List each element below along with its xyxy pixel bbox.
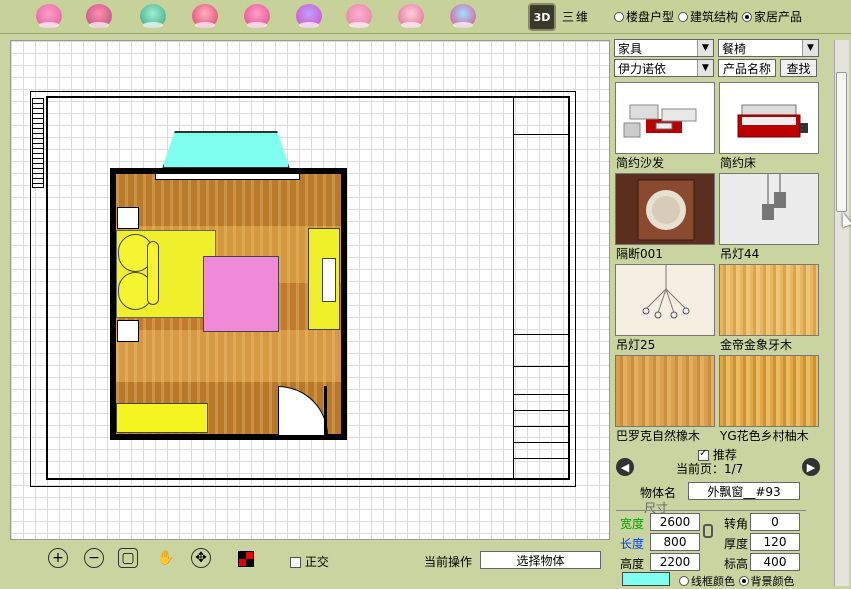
- height-field[interactable]: 2200: [650, 553, 700, 571]
- thickness-label: 厚度: [724, 537, 749, 551]
- rug[interactable]: [203, 256, 279, 332]
- current-op-label: 当前操作: [424, 555, 473, 569]
- radio-structure[interactable]: 建筑结构: [678, 8, 738, 25]
- radio-background-color[interactable]: 背景颜色: [738, 573, 795, 589]
- radio-dot: [678, 11, 689, 22]
- desk-monitor[interactable]: [322, 258, 336, 302]
- product-name: 巴罗克自然橡木: [616, 429, 701, 443]
- category1-select[interactable]: 家具 ▼: [614, 39, 714, 57]
- bed-thumbnail: [719, 82, 819, 154]
- product-card[interactable]: 吊灯44: [718, 173, 820, 263]
- chevron-down-icon[interactable]: ▼: [697, 60, 713, 76]
- rotation-label: 转角: [724, 517, 749, 531]
- candy-icon[interactable]: [346, 4, 372, 28]
- product-card[interactable]: 简约沙发: [614, 82, 716, 172]
- thickness-field[interactable]: 120: [750, 533, 800, 551]
- pan-hand-icon[interactable]: ✋: [156, 548, 176, 568]
- door-leaf[interactable]: [324, 386, 327, 436]
- orthogonal-toggle[interactable]: 正交: [290, 553, 329, 570]
- cake-icon[interactable]: [36, 4, 62, 28]
- current-op-field: 选择物体: [480, 551, 601, 569]
- product-grid: 简约沙发 简约床 隔断001 吊灯44 吊灯25 金帝金象牙木 巴罗克自然橡木 …: [614, 82, 820, 445]
- radio-dot: [679, 576, 689, 586]
- bench[interactable]: [116, 403, 208, 433]
- scrollbar-thumb[interactable]: [836, 72, 847, 212]
- move-arrows-icon[interactable]: ✥: [191, 548, 211, 568]
- product-name: 简约床: [720, 156, 757, 170]
- product-card[interactable]: 简约床: [718, 82, 820, 172]
- pendant-lamp-thumbnail: [719, 173, 819, 245]
- width-field[interactable]: 2600: [650, 513, 700, 531]
- nightstand-bottom[interactable]: [117, 320, 139, 342]
- 3d-view-label: 三维: [562, 10, 591, 24]
- chandelier-thumbnail: [615, 264, 715, 336]
- partition-thumbnail: [615, 173, 715, 245]
- product-name: 简约沙发: [616, 156, 665, 170]
- orthogonal-checkbox[interactable]: [290, 557, 301, 568]
- radio-dot: [742, 11, 753, 22]
- bed-bolster[interactable]: [147, 241, 159, 305]
- length-field[interactable]: 800: [650, 533, 700, 551]
- search-button[interactable]: 查找: [780, 59, 817, 77]
- category2-select[interactable]: 餐椅 ▼: [718, 39, 819, 57]
- 3d-view-button[interactable]: 3D: [528, 3, 556, 31]
- length-label: 长度: [620, 537, 645, 551]
- left-ruler: [32, 98, 44, 188]
- product-card[interactable]: 巴罗克自然橡木: [614, 355, 716, 445]
- bay-window[interactable]: [162, 131, 290, 169]
- brand-select[interactable]: 伊力诺依 ▼: [614, 59, 714, 77]
- rose-icon[interactable]: [244, 4, 270, 28]
- product-card[interactable]: 隔断001: [614, 173, 716, 263]
- product-name-input[interactable]: 产品名称: [718, 59, 776, 77]
- grid-toggle-icon[interactable]: [238, 551, 254, 567]
- width-label: 宽度: [620, 517, 645, 531]
- radio-floorplan[interactable]: 楼盘户型: [614, 8, 674, 25]
- lamp-icon[interactable]: [140, 4, 166, 28]
- object-name-field[interactable]: 外飘窗__#93: [688, 482, 800, 500]
- chevron-down-icon[interactable]: ▼: [697, 40, 713, 56]
- zoom-out-icon[interactable]: −: [84, 548, 104, 568]
- radio-wireframe-color[interactable]: 线框颜色: [679, 573, 735, 589]
- chevron-down-icon[interactable]: ▼: [802, 40, 818, 56]
- section-divider: [616, 510, 806, 511]
- product-name: 隔断001: [616, 247, 663, 261]
- paint-icon[interactable]: [450, 4, 476, 28]
- window-sill[interactable]: [155, 173, 300, 180]
- height-label: 高度: [620, 557, 645, 571]
- title-block: [513, 98, 570, 478]
- nightstand-top[interactable]: [117, 207, 139, 229]
- product-card[interactable]: 吊灯25: [614, 264, 716, 354]
- product-name: 金帝金象牙木: [720, 338, 793, 352]
- page-indicator: 当前页：1/7: [676, 462, 744, 476]
- product-card[interactable]: YG花色乡村柚木: [718, 355, 820, 445]
- color-radio-group: 线框颜色 背景颜色: [679, 573, 795, 589]
- radio-dot: [614, 11, 624, 22]
- prev-page-icon[interactable]: ◀: [616, 458, 634, 476]
- sofa-icon[interactable]: [192, 4, 218, 28]
- wood-texture-thumbnail: [719, 355, 819, 427]
- sofa-thumbnail: [615, 82, 715, 154]
- product-name: YG花色乡村柚木: [720, 429, 809, 443]
- top-toolbar: 3D 三维 楼盘户型 建筑结构 家居产品: [0, 0, 851, 34]
- link-icon[interactable]: [703, 524, 713, 538]
- radio-products[interactable]: 家居产品: [742, 8, 802, 25]
- bowl-icon[interactable]: [398, 4, 424, 28]
- next-page-icon[interactable]: ▶: [802, 458, 820, 476]
- product-name: 吊灯25: [616, 338, 656, 352]
- elevation-field[interactable]: 400: [750, 553, 800, 571]
- wood-texture-thumbnail: [719, 264, 819, 336]
- rotation-field[interactable]: 0: [750, 513, 800, 531]
- elevation-label: 标高: [724, 557, 749, 571]
- zoom-in-icon[interactable]: +: [48, 548, 68, 568]
- shoe-icon[interactable]: [296, 4, 322, 28]
- fit-view-icon[interactable]: ▢: [118, 548, 138, 568]
- product-card[interactable]: 金帝金象牙木: [718, 264, 820, 354]
- mode-radio-group: 楼盘户型 建筑结构 家居产品: [614, 8, 802, 25]
- bed-icon[interactable]: [86, 4, 112, 28]
- product-name: 吊灯44: [720, 247, 760, 261]
- wood-texture-thumbnail: [615, 355, 715, 427]
- radio-dot: [738, 576, 749, 586]
- color-swatch[interactable]: [622, 572, 670, 586]
